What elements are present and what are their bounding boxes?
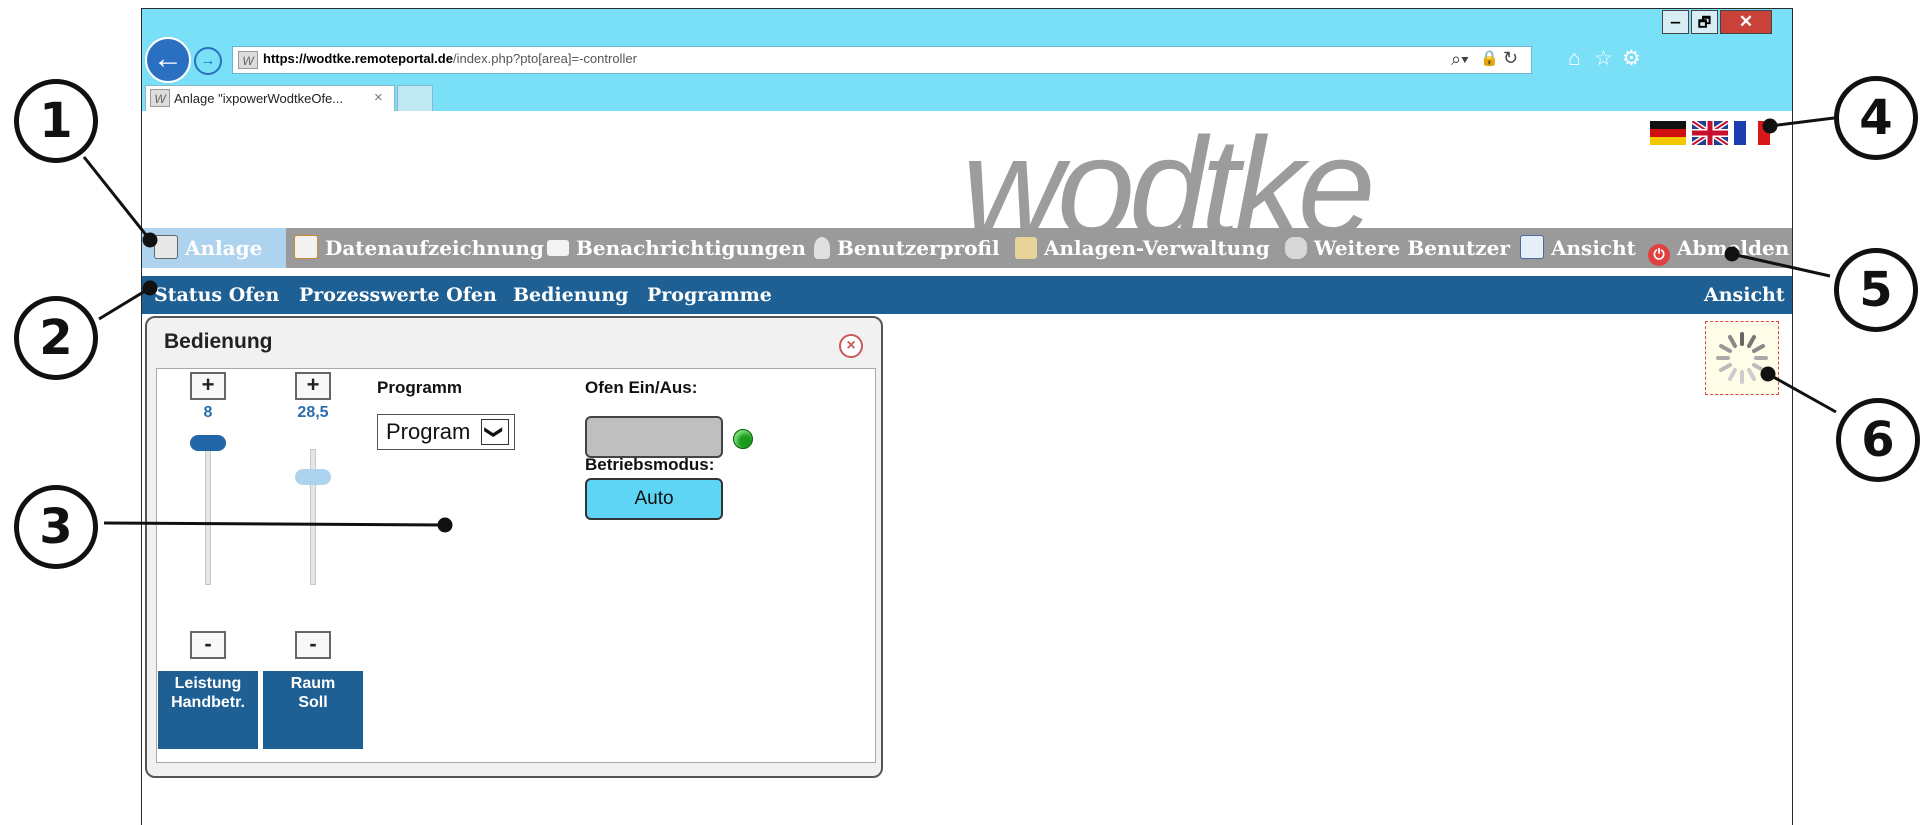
callout-lines bbox=[82, 116, 1837, 533]
callout-2: 2 bbox=[14, 296, 98, 380]
callout-1: 1 bbox=[14, 79, 98, 163]
callout-6: 6 bbox=[1836, 398, 1920, 482]
callout-4: 4 bbox=[1834, 76, 1918, 160]
callout-5: 5 bbox=[1834, 248, 1918, 332]
callout-3: 3 bbox=[14, 485, 98, 569]
